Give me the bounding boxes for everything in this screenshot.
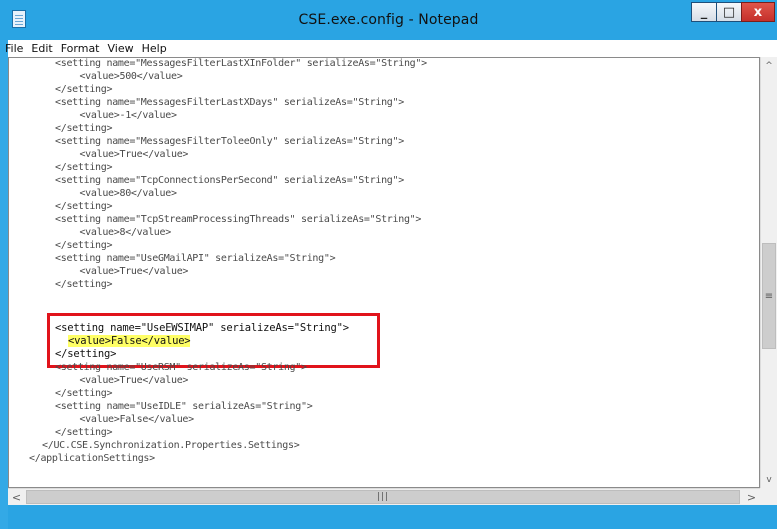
code-line-highlighted-close: </setting> [55,348,117,360]
text-editor-area[interactable]: <setting name="MessagesFilterLastXInFold… [8,57,760,488]
horizontal-scroll-thumb[interactable]: ||| [26,490,740,504]
notepad-window: CSE.exe.config - Notepad _ □ x File Edit… [0,0,777,529]
scroll-down-icon[interactable]: v [761,471,777,488]
code-line: <value>80</value> [68,188,177,199]
menu-file[interactable]: File [5,42,29,55]
scroll-up-icon[interactable]: ^ [761,57,777,74]
code-line: </setting> [55,123,113,134]
code-line-highlighted-value: <value>False</value> [68,335,191,347]
menu-bar: File Edit Format View Help [5,40,777,57]
grip-icon: ≡ [764,290,774,302]
code-line-highlighted-setting: <setting name="UseEWSIMAP" serializeAs="… [55,322,349,334]
code-line: <setting name="MessagesFilterToleeOnly" … [55,136,404,147]
close-button[interactable]: x [741,2,775,22]
scroll-left-icon[interactable]: < [8,489,25,505]
grip-icon: ||| [376,492,390,502]
horizontal-scrollbar[interactable]: < ||| > [8,488,760,505]
code-line: <value>-1</value> [68,110,177,121]
menu-format[interactable]: Format [61,42,106,55]
scroll-right-icon[interactable]: > [743,489,760,505]
code-line: </setting> [55,427,113,438]
code-line: <setting name="TcpStreamProcessingThread… [55,214,422,225]
code-line: <setting name="UseGMailAPI" serializeAs=… [55,253,336,264]
code-line: </setting> [55,162,113,173]
menu-view[interactable]: View [108,42,140,55]
code-line: <value>8</value> [68,227,171,238]
menu-help[interactable]: Help [142,42,173,55]
code-line: </setting> [55,84,113,95]
code-line: <value>500</value> [68,71,183,82]
code-line: <setting name="UseRSM" serializeAs="Stri… [55,362,307,373]
maximize-icon: □ [722,4,736,20]
minimize-icon: _ [700,4,708,20]
code-line: </setting> [55,240,113,251]
code-line: <value>True</value> [68,266,189,277]
code-line: </applicationSettings> [29,453,155,464]
maximize-button[interactable]: □ [716,2,742,22]
close-icon: x [753,4,763,20]
code-line: <setting name="UseIDLE" serializeAs="Str… [55,401,313,412]
code-line: <setting name="MessagesFilterLastXDays" … [55,97,404,108]
code-line: </setting> [55,388,113,399]
scrollbar-corner [760,488,777,505]
highlighted-value-text: <value>False</value> [68,335,191,347]
code-line: </setting> [55,201,113,212]
code-line: </UC.CSE.Synchronization.Properties.Sett… [42,440,300,451]
window-bottom-frame [8,505,777,529]
title-bar[interactable]: CSE.exe.config - Notepad _ □ x [0,0,777,40]
minimize-button[interactable]: _ [691,2,717,22]
code-line: </setting> [55,279,113,290]
code-line: <value>True</value> [68,375,189,386]
menu-edit[interactable]: Edit [31,42,58,55]
vertical-scroll-thumb[interactable]: ≡ [762,243,776,349]
window-title: CSE.exe.config - Notepad [298,12,479,28]
vertical-scrollbar[interactable]: ^ ≡ v [760,57,777,488]
code-line: <value>True</value> [68,149,189,160]
code-line: <value>False</value> [68,414,194,425]
code-line: <setting name="MessagesFilterLastXInFold… [55,58,427,69]
code-line: <setting name="TcpConnectionsPerSecond" … [55,175,404,186]
